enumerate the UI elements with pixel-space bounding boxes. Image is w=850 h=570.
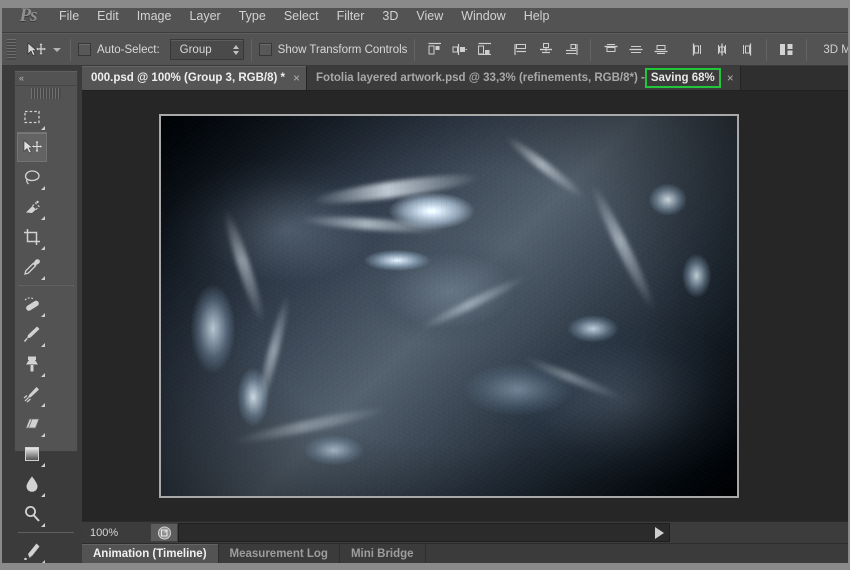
window-frame-top <box>0 0 850 8</box>
gradient-tool-icon[interactable] <box>17 439 47 469</box>
align-buttons-group <box>422 38 583 62</box>
distribute-buttons-group <box>598 38 759 62</box>
artwork-vignette <box>161 116 737 496</box>
distribute-horizontal-centers-button[interactable] <box>709 38 734 62</box>
timeline-scrub-track[interactable] <box>178 523 670 542</box>
blur-tool-icon[interactable] <box>17 469 47 499</box>
window-frame-bottom <box>0 563 850 570</box>
status-badge-saving: Saving 68% <box>644 68 721 88</box>
align-horizontal-centers-button[interactable] <box>447 38 472 62</box>
auto-align-layers-button[interactable] <box>774 38 799 62</box>
distribute-right-edges-button[interactable] <box>734 38 759 62</box>
eyedropper-tool-icon[interactable] <box>17 252 47 282</box>
move-tool-icon[interactable] <box>21 38 51 62</box>
menu-help[interactable]: Help <box>515 5 559 27</box>
dropdown-spinner-icon <box>232 44 239 55</box>
rectangular-marquee-tool-icon[interactable] <box>17 102 47 132</box>
bottom-panel-tab-bar: Animation (Timeline) Measurement Log Min… <box>82 543 850 563</box>
menu-window[interactable]: Window <box>452 5 514 27</box>
photoshop-window: Ps File Edit Image Layer Type Select Fil… <box>0 0 850 570</box>
align-top-edges-button[interactable] <box>508 38 533 62</box>
menu-edit[interactable]: Edit <box>88 5 128 27</box>
document-tab-title: 000.psd @ 100% (Group 3, RGB/8) * <box>91 72 285 84</box>
options-divider <box>70 38 71 61</box>
align-left-edges-button[interactable] <box>422 38 447 62</box>
align-vertical-centers-button[interactable] <box>533 38 558 62</box>
menu-filter[interactable]: Filter <box>328 5 374 27</box>
tab-mini-bridge[interactable]: Mini Bridge <box>339 544 426 563</box>
toolbar-grip[interactable] <box>31 88 61 99</box>
auto-select-label: Auto-Select: <box>97 43 160 56</box>
options-divider-2 <box>250 38 252 61</box>
auto-select-scope-value: Group <box>179 43 212 56</box>
options-divider-5 <box>766 38 768 61</box>
align-bottom-edges-button[interactable] <box>558 38 583 62</box>
canvas-workspace[interactable] <box>82 91 850 521</box>
menu-type[interactable]: Type <box>230 5 275 27</box>
options-bar: Auto-Select: Group Show Transform Contro… <box>0 33 850 66</box>
document-tab-000psd[interactable]: 000.psd @ 100% (Group 3, RGB/8) * × <box>82 66 308 90</box>
eraser-tool-icon[interactable] <box>17 409 47 439</box>
document-thumbnail-icon[interactable] <box>150 523 178 542</box>
document-tab-bar: 000.psd @ 100% (Group 3, RGB/8) * × Foto… <box>82 66 850 91</box>
options-divider-3 <box>414 38 416 61</box>
tab-measurement-log[interactable]: Measurement Log <box>218 544 340 563</box>
document-canvas[interactable] <box>159 114 739 498</box>
dodge-tool-icon[interactable] <box>17 499 47 529</box>
history-brush-tool-icon[interactable] <box>17 379 47 409</box>
distribute-left-edges-button[interactable] <box>684 38 709 62</box>
close-icon[interactable]: × <box>727 72 734 84</box>
show-transform-controls-label: Show Transform Controls <box>277 43 408 56</box>
clone-stamp-tool-icon[interactable] <box>17 349 47 379</box>
status-bar: 100% <box>82 521 850 543</box>
tab-animation-timeline[interactable]: Animation (Timeline) <box>82 544 219 563</box>
menu-layer[interactable]: Layer <box>180 5 229 27</box>
menu-file[interactable]: File <box>50 5 88 27</box>
menu-image[interactable]: Image <box>128 5 181 27</box>
pen-tool-icon[interactable] <box>17 536 47 566</box>
tools-panel: « <box>14 70 78 564</box>
options-divider-6 <box>806 38 808 61</box>
align-right-edges-button[interactable] <box>472 38 497 62</box>
quick-selection-tool-icon[interactable] <box>17 192 47 222</box>
window-frame-left <box>0 8 2 570</box>
document-tab-fotolia[interactable]: Fotolia layered artwork.psd @ 33,3% (ref… <box>307 66 741 90</box>
show-transform-controls-checkbox[interactable] <box>258 43 272 56</box>
tool-preset-chevron-down-icon[interactable] <box>51 38 63 62</box>
move-tool-icon[interactable] <box>17 132 47 162</box>
toolbar-header: « <box>15 71 77 86</box>
crop-tool-icon[interactable] <box>17 222 47 252</box>
auto-select-checkbox[interactable] <box>78 43 91 56</box>
close-icon[interactable]: × <box>293 72 300 84</box>
tools-grid <box>15 102 77 570</box>
play-arrow-icon[interactable] <box>655 526 664 539</box>
3d-mode-label: 3D Mode: <box>823 43 850 56</box>
zoom-level-field[interactable]: 100% <box>86 524 150 541</box>
menu-select[interactable]: Select <box>275 5 328 27</box>
auto-select-scope-dropdown[interactable]: Group <box>169 39 244 60</box>
distribute-vertical-centers-button[interactable] <box>623 38 648 62</box>
spot-healing-brush-tool-icon[interactable] <box>17 289 47 319</box>
options-bar-grip[interactable] <box>7 39 16 60</box>
collapse-panel-icon[interactable]: « <box>19 73 24 83</box>
menu-3d[interactable]: 3D <box>373 5 407 27</box>
distribute-bottom-edges-button[interactable] <box>648 38 673 62</box>
distribute-top-edges-button[interactable] <box>598 38 623 62</box>
lasso-tool-icon[interactable] <box>17 162 47 192</box>
brush-tool-icon[interactable] <box>17 319 47 349</box>
options-divider-4 <box>590 38 592 61</box>
document-tab-title: Fotolia layered artwork.psd @ 33,3% (ref… <box>316 72 645 84</box>
menu-view[interactable]: View <box>407 5 452 27</box>
